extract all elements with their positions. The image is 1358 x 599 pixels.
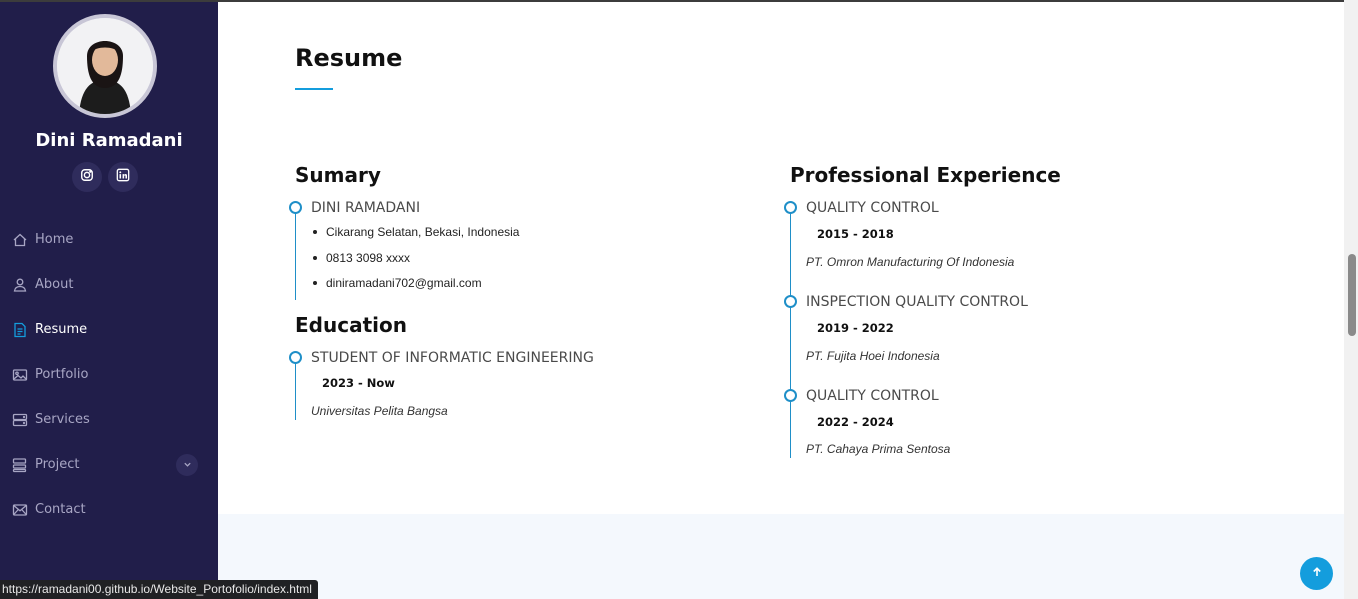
nav-item-services[interactable]: Services <box>0 397 218 442</box>
experience-title: QUALITY CONTROL <box>806 388 939 404</box>
chevron-down-icon[interactable] <box>176 453 198 476</box>
education-title: STUDENT OF INFORMATIC ENGINEERING <box>311 350 594 366</box>
nav-label: Home <box>35 232 74 247</box>
education-heading: Education <box>295 313 407 337</box>
nav-label: Contact <box>35 502 86 517</box>
timeline-dot <box>784 295 797 308</box>
file-text-icon <box>12 322 28 338</box>
timeline-line <box>295 358 296 420</box>
instagram-icon <box>80 168 94 187</box>
summary-email: diniramadani702@gmail.com <box>313 276 482 290</box>
summary-name: DINI RAMADANI <box>311 200 421 216</box>
timeline-dot <box>784 389 797 402</box>
timeline-dot <box>784 201 797 214</box>
hdd-stack-icon <box>12 412 28 428</box>
sidebar: Dini Ramadani Home About Resume Portfoli… <box>0 2 218 599</box>
experience-place: PT. Omron Manufacturing Of Indonesia <box>806 255 1015 269</box>
main-content <box>218 2 1344 599</box>
status-bar-url: https://ramadani00.github.io/Website_Por… <box>0 580 318 599</box>
nav-item-resume[interactable]: Resume <box>0 307 218 352</box>
nav-label: Project <box>35 457 80 472</box>
linkedin-icon <box>116 168 130 187</box>
nav-item-project[interactable]: Project <box>0 442 218 487</box>
nav-item-portfolio[interactable]: Portfolio <box>0 352 218 397</box>
education-place: Universitas Pelita Bangsa <box>311 404 448 418</box>
education-date: 2023 - Now <box>322 376 395 390</box>
experience-heading: Professional Experience <box>790 163 1061 187</box>
experience-title: QUALITY CONTROL <box>806 200 939 216</box>
nav-label: Portfolio <box>35 367 89 382</box>
profile-name: Dini Ramadani <box>35 130 183 151</box>
summary-heading: Sumary <box>295 163 381 187</box>
avatar <box>53 14 157 118</box>
experience-date: 2022 - 2024 <box>817 415 894 429</box>
linkedin-link[interactable] <box>108 162 138 192</box>
timeline-line <box>790 208 791 458</box>
nav-item-about[interactable]: About <box>0 262 218 307</box>
summary-phone: 0813 3098 xxxx <box>312 251 411 265</box>
back-to-top-button[interactable] <box>1300 557 1333 590</box>
person-icon <box>12 277 28 293</box>
experience-title: INSPECTION QUALITY CONTROL <box>806 294 1028 310</box>
experience-place: PT. Fujita Hoei Indonesia <box>806 349 940 363</box>
instagram-link[interactable] <box>72 162 102 192</box>
experience-place: PT. Cahaya Prima Sentosa <box>806 442 951 456</box>
experience-date: 2019 - 2022 <box>817 321 894 335</box>
envelope-icon <box>12 502 28 518</box>
nav-label: About <box>35 277 74 292</box>
nav-label: Services <box>35 412 90 427</box>
summary-address: Cikarang Selatan, Bekasi, Indonesia <box>312 225 520 239</box>
experience-date: 2015 - 2018 <box>817 227 894 241</box>
sidebar-nav: Home About Resume Portfolio Services Pro… <box>0 217 218 532</box>
nav-label: Resume <box>35 322 88 337</box>
page-title: Resume <box>295 44 403 72</box>
next-section-background <box>218 514 1344 599</box>
images-icon <box>12 367 28 383</box>
timeline-dot <box>289 351 302 364</box>
house-icon <box>12 232 28 248</box>
timeline-line <box>295 208 296 300</box>
nav-item-home[interactable]: Home <box>0 217 218 262</box>
arrow-up-icon <box>1311 565 1323 583</box>
timeline-dot <box>289 201 302 214</box>
nav-item-contact[interactable]: Contact <box>0 487 218 532</box>
title-underline <box>295 88 333 90</box>
scrollbar-thumb[interactable] <box>1348 254 1356 336</box>
menu-list-icon <box>12 457 28 473</box>
